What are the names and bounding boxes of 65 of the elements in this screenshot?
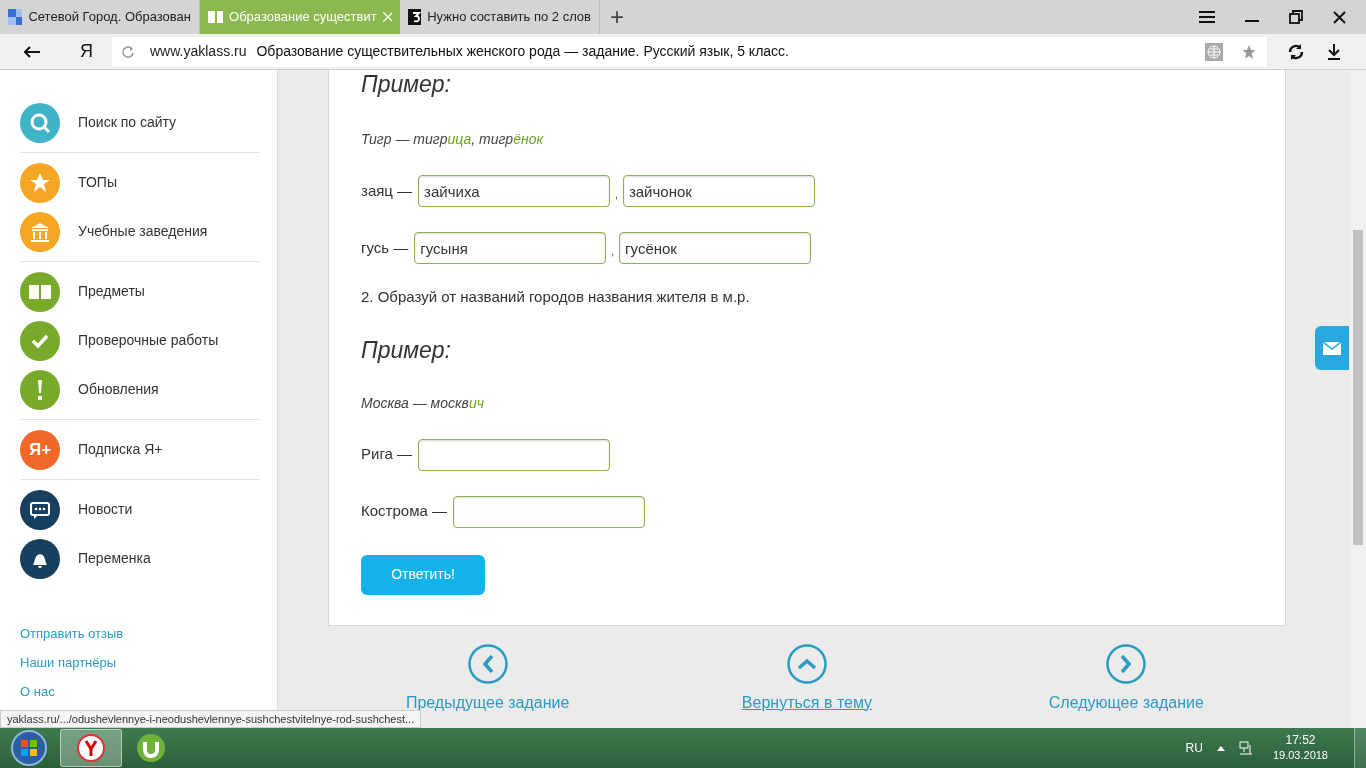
clock[interactable]: 17:52 19.03.2018 [1272, 733, 1328, 763]
subscription-icon: Я+ [20, 429, 60, 470]
checkmark-icon [20, 320, 60, 361]
task-instruction: 2. Образуй от названий городов названия жителя в м.р. [361, 287, 751, 307]
example-heading: Пример: [361, 335, 452, 365]
answer-label: гусь — [361, 237, 409, 258]
status-url: yaklass.ru/.../odushevlennye-i-neodushevlennye-sushchestvitelnye-rod-sushchest... [0, 710, 422, 728]
chevron-right-icon [1106, 643, 1147, 684]
favicon-icon [8, 9, 23, 25]
sidebar-item[interactable]: Обновления [20, 365, 260, 414]
chat-icon [20, 489, 60, 530]
close-icon[interactable] [1333, 10, 1346, 24]
exclamation-icon [20, 369, 60, 410]
book-icon [208, 11, 224, 23]
back-arrow-icon[interactable] [24, 45, 40, 58]
chevron-left-icon [467, 643, 508, 684]
mail-button[interactable] [1315, 326, 1349, 370]
scrollbar-thumb[interactable] [1353, 230, 1363, 545]
language-indicator[interactable]: RU [1185, 739, 1203, 757]
star-icon[interactable] [1241, 43, 1257, 60]
network-icon[interactable] [1238, 741, 1253, 755]
answer-label: Кострома — [361, 501, 447, 522]
answer-field[interactable]: гусёнок [619, 232, 812, 264]
sidebar-item[interactable]: Предметы [20, 267, 260, 316]
download-icon[interactable] [1327, 43, 1341, 60]
sidebar-item[interactable]: Учебные заведения [20, 207, 260, 256]
sidebar-item[interactable]: Переменка [20, 534, 260, 583]
chevron-up-icon [787, 643, 827, 684]
answer-field[interactable] [418, 438, 611, 471]
answer-field[interactable]: зайчонок [622, 175, 815, 207]
show-desktop-button[interactable] [1354, 728, 1366, 768]
comma: , [611, 245, 615, 259]
restore-icon[interactable] [1289, 10, 1303, 24]
building-icon [20, 211, 60, 252]
example-text: Тигр — тигрица, тигрёнок [361, 130, 545, 149]
sync-icon[interactable] [1287, 42, 1305, 61]
sidebar-item[interactable]: Новости [20, 485, 260, 534]
menu-icon[interactable] [1199, 11, 1215, 23]
answer-field[interactable]: гусыня [414, 232, 607, 264]
book-icon [20, 271, 60, 312]
torrent-app-icon[interactable] [136, 733, 166, 763]
answer-label: Рига — [361, 444, 413, 465]
address-field[interactable]: www.yaklass.ru Образование существительных женского рода — задание. Русский язык, 5 класс. [112, 36, 1267, 67]
answer-label: заяц — [361, 180, 413, 201]
bell-icon [20, 538, 60, 579]
tray-arrow-icon[interactable] [1216, 745, 1225, 751]
sidebar-item[interactable]: Проверочные работы [20, 316, 260, 365]
search-icon [20, 102, 60, 143]
globe-icon[interactable] [1205, 42, 1223, 61]
new-tab-button[interactable]: + [600, 0, 634, 34]
sidebar-item[interactable]: Я+ Подписка Я+ [20, 425, 260, 474]
browser-logo[interactable]: Я [80, 38, 100, 65]
comma: , [615, 188, 618, 202]
example-text: Москва — москвич [361, 393, 485, 413]
answer-field[interactable] [452, 495, 645, 528]
reload-icon[interactable] [122, 45, 134, 58]
sidebar-item[interactable]: ТОПы [20, 158, 260, 207]
taskbar-app-button[interactable] [60, 729, 122, 767]
start-button[interactable] [10, 729, 48, 767]
browser-icon [77, 734, 105, 762]
example-heading: Пример: [361, 70, 452, 99]
favicon-icon [408, 9, 422, 25]
sidebar-item[interactable]: Поиск по сайту [20, 98, 260, 147]
envelope-icon [1323, 341, 1341, 355]
answer-field[interactable]: зайчиха [418, 175, 611, 207]
